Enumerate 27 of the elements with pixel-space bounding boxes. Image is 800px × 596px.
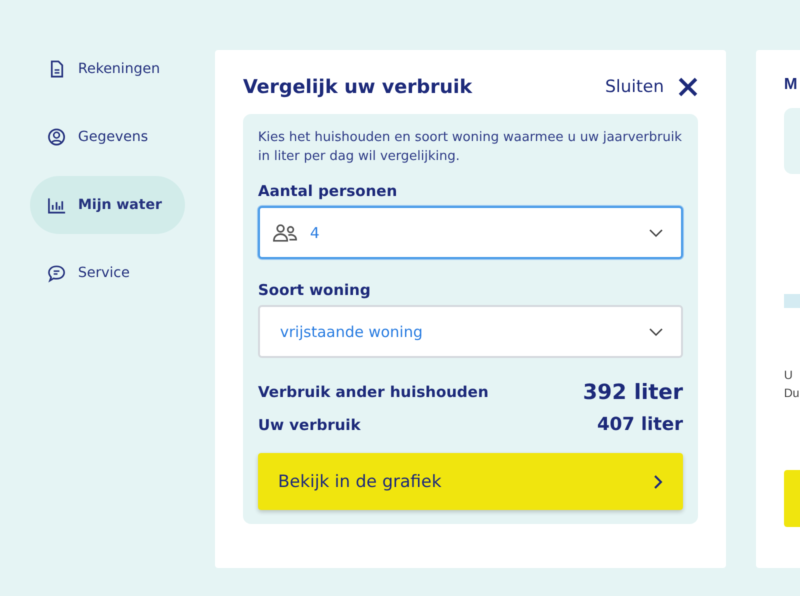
chevron-down-icon <box>649 326 663 336</box>
chevron-right-icon <box>653 474 663 488</box>
dropdown-field[interactable]: vrijstaande woning <box>258 305 683 358</box>
card-title: M <box>784 76 798 94</box>
field-label: Aantal personen <box>258 182 398 200</box>
result-label: Uw verbruik <box>258 416 361 434</box>
close-icon <box>678 77 698 97</box>
chat-icon <box>48 264 67 282</box>
body-text: Du <box>784 385 800 402</box>
body-text: U <box>784 367 794 384</box>
close-button[interactable]: Sluiten <box>605 77 698 97</box>
bar-chart-icon <box>48 196 67 214</box>
result-value: 407 liter <box>597 414 683 435</box>
user-circle-icon <box>48 128 67 146</box>
chevron-down-icon <box>649 228 663 238</box>
sidebar-item[interactable]: Mijn water <box>30 176 185 234</box>
result-value: 392 liter <box>582 380 683 404</box>
view-chart-button[interactable]: Bekijk in de grafiek <box>258 453 683 510</box>
people-icon <box>272 222 298 242</box>
sidebar-item[interactable]: Rekeningen <box>30 40 185 98</box>
dropdown-field[interactable]: 4 <box>258 206 683 259</box>
intro-text: Kies het huishouden en soort woning waarmee u uw jaarverbruik in liter per dag wil vergelijking. <box>258 129 683 166</box>
sidebar-item[interactable]: Service <box>30 244 185 302</box>
sidebar-item[interactable]: Gegevens <box>30 108 185 166</box>
result-label: Verbruik ander huishouden <box>258 383 489 401</box>
panel-title: Vergelijk uw verbruik <box>243 76 472 98</box>
field-label: Soort woning <box>258 281 372 299</box>
